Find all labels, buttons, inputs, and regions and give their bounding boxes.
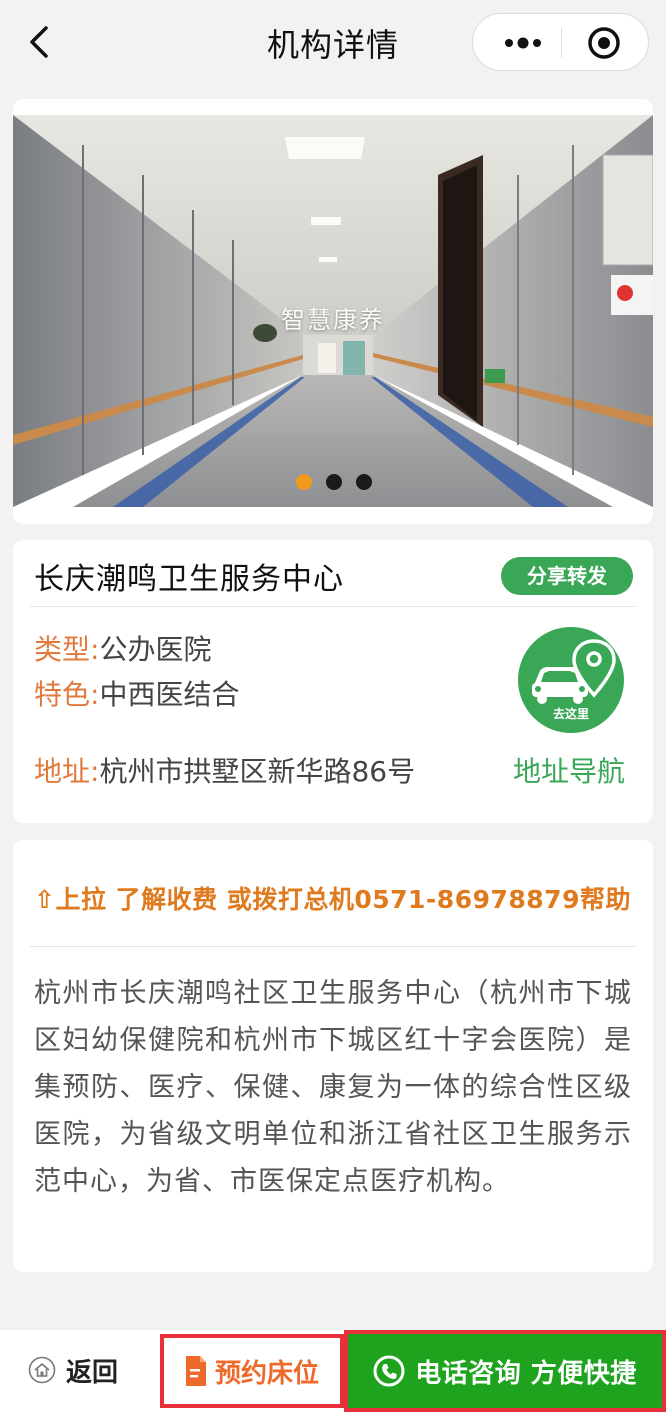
feature-value: 中西医结合 [99, 678, 240, 711]
banner-caption: 智慧康养 [281, 306, 385, 334]
org-type-row: 类型:公办医院 [34, 628, 211, 668]
navigate-here-button[interactable]: 去这里 [518, 627, 624, 733]
share-button[interactable]: 分享转发 [501, 557, 633, 595]
org-description: 杭州市长庆潮鸣社区卫生服务中心（杭州市下城区妇幼保健院和杭州市下城区红十字会医院… [34, 978, 632, 1197]
org-info-card: 长庆潮鸣卫生服务中心 分享转发 类型:公办医院 特色:中西医结合 地址:杭州市拱… [13, 540, 653, 823]
home-icon [28, 1356, 56, 1384]
back-label: 返回 [66, 1357, 119, 1388]
navigate-here-label: 去这里 [552, 707, 589, 721]
org-address-row: 地址:杭州市拱墅区新华路86号 [34, 750, 415, 790]
phone-icon [373, 1355, 405, 1387]
reserve-bed-label: 预约床位 [214, 1358, 319, 1389]
capsule-divider [561, 28, 562, 58]
address-value: 杭州市拱墅区新华路86号 [99, 755, 416, 788]
more-dots-icon[interactable] [495, 28, 555, 58]
address-label: 地址: [34, 755, 100, 788]
divider [30, 606, 636, 607]
org-name: 长庆潮鸣卫生服务中心 [34, 562, 344, 597]
banner-carousel[interactable]: 智慧康养 [13, 115, 653, 507]
carousel-dot-1[interactable] [296, 474, 312, 490]
phone-consult-label: 电话咨询 方便快捷 [415, 1358, 637, 1389]
pull-up-hint[interactable]: ⇧上拉 了解收费 或拨打总机0571-86978879帮助 [34, 880, 631, 916]
type-label: 类型: [34, 633, 100, 666]
top-nav-bar: 机构详情 [0, 0, 666, 86]
org-feature-row: 特色:中西医结合 [34, 673, 239, 713]
mini-program-capsule [472, 13, 649, 71]
divider [30, 946, 636, 947]
back-home-button[interactable]: 返回 [28, 1350, 118, 1390]
bottom-action-bar: 返回 预约床位 电话咨询 方便快捷 [0, 1330, 666, 1412]
target-icon[interactable] [587, 26, 621, 60]
carousel-dot-2[interactable] [326, 474, 342, 490]
type-value: 公办医院 [99, 633, 212, 666]
carousel-dot-3[interactable] [356, 474, 372, 490]
carousel-indicator [296, 474, 372, 490]
reserve-bed-button[interactable]: 预约床位 [160, 1334, 344, 1408]
address-navigation-link[interactable]: 地址导航 [513, 750, 625, 790]
banner-card: 智慧康养 [13, 99, 653, 524]
feature-label: 特色: [34, 678, 100, 711]
description-card: ⇧上拉 了解收费 或拨打总机0571-86978879帮助 杭州市长庆潮鸣社区卫… [13, 840, 653, 1272]
document-icon [185, 1356, 206, 1386]
phone-consult-button[interactable]: 电话咨询 方便快捷 [344, 1330, 666, 1412]
